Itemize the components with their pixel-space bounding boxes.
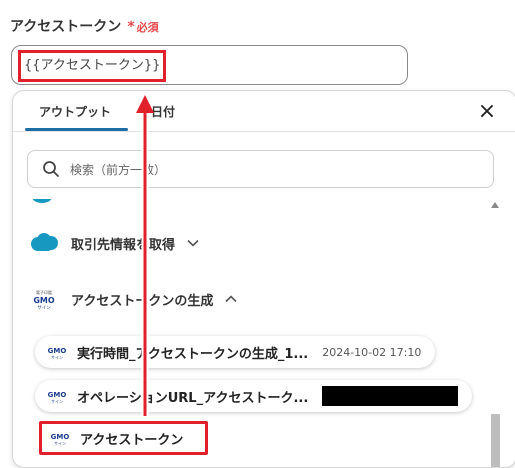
output-selector-popup: アウトプット 日付 × 取引先情報を取得 [12, 90, 515, 468]
svg-text:GMO: GMO [48, 347, 67, 355]
tab-output[interactable]: アウトプット [39, 103, 111, 120]
redacted-value [322, 386, 459, 406]
salesforce-cloud-icon [32, 199, 52, 203]
svg-text:GMO: GMO [51, 433, 70, 441]
salesforce-cloud-icon [31, 233, 58, 251]
svg-text:GMO: GMO [48, 391, 67, 399]
search-box[interactable] [27, 150, 494, 188]
gmo-logo-subtext: サイン [37, 305, 51, 311]
gmo-logo-text: GMO [33, 296, 55, 305]
search-icon [43, 161, 59, 177]
output-chip-access-token[interactable]: GMO サイン アクセストークン [39, 421, 209, 455]
active-tab-indicator [25, 128, 128, 131]
access-token-input[interactable]: {{アクセストークン}} [11, 45, 408, 85]
chevron-down-icon [187, 239, 199, 247]
field-label: アクセストークン * 必須 [10, 16, 159, 36]
chip-label: オペレーションURL_アクセストーク... [77, 390, 309, 406]
gmo-sign-logo-icon: GMO サイン [48, 347, 67, 360]
required-mark: * [127, 19, 135, 35]
chevron-up-icon [225, 295, 237, 303]
chip-value: 2024-10-02 17:10 [322, 345, 422, 359]
svg-text:サイン: サイン [51, 399, 63, 404]
gmo-sign-logo-icon: 電子印鑑 GMO サイン [29, 287, 59, 311]
search-input[interactable] [68, 157, 472, 183]
svg-text:サイン: サイン [51, 355, 63, 360]
output-chip-operation-url[interactable]: GMO サイン オペレーションURL_アクセストーク... [35, 380, 473, 412]
field-label-text: アクセストークン [10, 19, 122, 35]
output-list: 取引先情報を取得 電子印鑑 GMO サイン アクセストークンの生成 GMO サイ… [13, 199, 515, 467]
svg-text:サイン: サイン [54, 441, 66, 446]
access-token-value: {{アクセストークン}} [18, 50, 167, 82]
svg-text:電子印鑑: 電子印鑑 [36, 289, 52, 295]
section-title: 取引先情報を取得 [71, 237, 176, 253]
gmo-sign-logo-icon: GMO サイン [48, 391, 67, 404]
close-icon[interactable]: × [475, 100, 499, 124]
tab-date[interactable]: 日付 [151, 103, 175, 120]
scrollbar-thumb[interactable] [491, 414, 500, 467]
scroll-up-icon[interactable] [489, 199, 501, 211]
gmo-sign-logo-icon: GMO サイン [51, 433, 70, 446]
chip-label: アクセストークン [80, 432, 184, 448]
section-title: アクセストークンの生成 [71, 293, 214, 309]
chip-label: 実行時間_アクセストークンの生成_1... [77, 346, 309, 362]
output-chip-execution-time[interactable]: GMO サイン 実行時間_アクセストークンの生成_1... 2024-10-02… [35, 336, 436, 368]
section-get-account[interactable]: 取引先情報を取得 [29, 231, 199, 255]
tab-bar: アウトプット 日付 × [13, 91, 515, 132]
partially-visible-item [31, 199, 53, 208]
required-text: 必須 [136, 21, 159, 34]
section-generate-token[interactable]: 電子印鑑 GMO サイン アクセストークンの生成 [29, 287, 237, 311]
